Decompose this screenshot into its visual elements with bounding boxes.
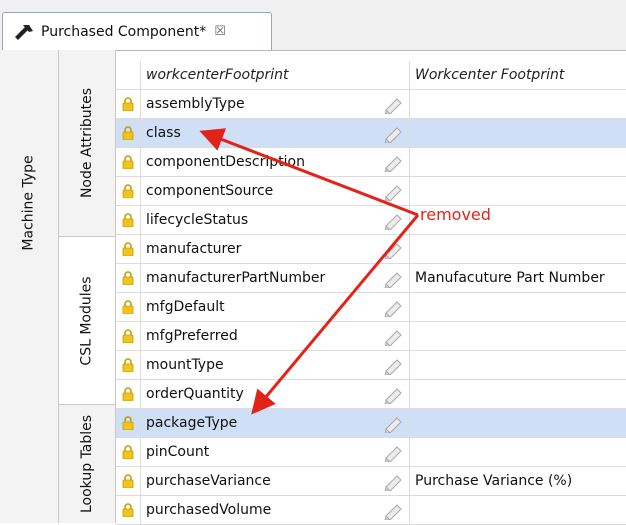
pencil-icon[interactable] xyxy=(382,326,404,347)
attribute-name: manufacturerPartNumber xyxy=(146,270,326,286)
lock-icon xyxy=(116,90,141,118)
table-row[interactable]: lifecycleStatus xyxy=(116,206,626,235)
attribute-value[interactable] xyxy=(409,380,626,408)
tab-purchased-component[interactable]: Purchased Component* ☒ xyxy=(2,12,272,50)
attribute-value[interactable] xyxy=(409,90,626,118)
attribute-name: packageType xyxy=(146,415,238,431)
lock-icon xyxy=(116,177,141,205)
table-row[interactable]: manufacturerPartNumber Manufacuture Part … xyxy=(116,264,626,293)
attribute-name: mfgPreferred xyxy=(146,328,238,344)
lock-icon xyxy=(116,206,141,234)
attribute-value[interactable] xyxy=(409,235,626,263)
pencil-icon[interactable] xyxy=(382,210,404,231)
sub-tabs-panel: Node Attributes CSL Modules Lookup Table… xyxy=(59,50,116,523)
attribute-value[interactable] xyxy=(409,293,626,321)
table-row[interactable]: componentDescription xyxy=(116,148,626,177)
table-row[interactable]: componentSource xyxy=(116,177,626,206)
lock-icon xyxy=(116,148,141,176)
attribute-name: manufacturer xyxy=(146,241,242,257)
node-attributes-label: Node Attributes xyxy=(79,87,96,199)
attribute-name: mfgDefault xyxy=(146,299,225,315)
csl-modules-label: CSL Modules xyxy=(79,275,95,366)
annotation-removed-label: removed xyxy=(420,205,491,224)
table-row[interactable]: pinCount xyxy=(116,438,626,467)
lock-icon xyxy=(116,467,141,495)
attribute-value[interactable] xyxy=(409,438,626,466)
table-row[interactable]: orderQuantity xyxy=(116,380,626,409)
table-row[interactable]: manufacturer xyxy=(116,235,626,264)
table-row[interactable]: purchasedVolume xyxy=(116,496,626,525)
attribute-value[interactable] xyxy=(409,119,626,147)
tab-title: Purchased Component* xyxy=(41,23,207,40)
pencil-icon[interactable] xyxy=(382,384,404,405)
attribute-value[interactable] xyxy=(409,148,626,176)
attribute-name: componentSource xyxy=(146,183,274,199)
table-row[interactable]: mfgPreferred xyxy=(116,322,626,351)
lock-icon xyxy=(116,438,141,466)
table-row[interactable]: packageType xyxy=(116,409,626,438)
machine-type-panel: Machine Type xyxy=(0,50,59,523)
lock-icon xyxy=(116,409,141,437)
attribute-name: assemblyType xyxy=(146,96,245,112)
pencil-icon[interactable] xyxy=(382,355,404,376)
pencil-icon[interactable] xyxy=(382,268,404,289)
attribute-value[interactable] xyxy=(409,351,626,379)
pencil-icon[interactable] xyxy=(382,471,404,492)
pencil-icon[interactable] xyxy=(382,442,404,463)
tab-machine-type[interactable]: Machine Type xyxy=(0,50,58,355)
pencil-icon[interactable] xyxy=(382,297,404,318)
attribute-value[interactable] xyxy=(409,496,626,524)
table-row[interactable]: class xyxy=(116,119,626,148)
pencil-icon[interactable] xyxy=(382,239,404,260)
lock-icon xyxy=(116,264,141,292)
table-row[interactable]: assemblyType xyxy=(116,90,626,119)
tab-csl-modules[interactable]: CSL Modules xyxy=(59,237,115,405)
lock-icon xyxy=(116,322,141,350)
lock-icon xyxy=(116,496,141,524)
lock-icon xyxy=(116,293,141,321)
lookup-tables-label: Lookup Tables xyxy=(79,414,96,514)
attribute-name: purchaseVariance xyxy=(146,473,271,489)
attribute-value[interactable]: Purchase Variance (%) xyxy=(409,467,626,495)
tab-node-attributes[interactable]: Node Attributes xyxy=(59,50,115,237)
pencil-icon[interactable] xyxy=(382,181,404,202)
table-row[interactable]: mountType xyxy=(116,351,626,380)
lock-icon xyxy=(116,380,141,408)
header-value: Workcenter Footprint xyxy=(409,61,626,89)
attribute-value[interactable] xyxy=(409,177,626,205)
lock-icon xyxy=(116,351,141,379)
grid-header-row: workcenterFootprint Workcenter Footprint xyxy=(116,61,626,90)
table-row[interactable]: mfgDefault xyxy=(116,293,626,322)
pencil-icon[interactable] xyxy=(382,123,404,144)
attribute-value[interactable] xyxy=(409,409,626,437)
attribute-name: lifecycleStatus xyxy=(146,212,249,228)
attribute-value[interactable]: Manufacuture Part Number xyxy=(409,264,626,292)
attribute-name: class xyxy=(146,125,181,141)
header-name: workcenterFootprint xyxy=(146,67,289,83)
pencil-icon[interactable] xyxy=(382,500,404,521)
attribute-name: purchasedVolume xyxy=(146,502,272,518)
pencil-icon[interactable] xyxy=(382,413,404,434)
editor-tab-bar: Purchased Component* ☒ xyxy=(0,0,626,51)
tab-lookup-tables[interactable]: Lookup Tables xyxy=(59,405,115,523)
machine-type-label: Machine Type xyxy=(21,154,37,251)
lock-icon xyxy=(116,119,141,147)
attribute-value[interactable] xyxy=(409,322,626,350)
pencil-icon[interactable] xyxy=(382,94,404,115)
pencil-icon[interactable] xyxy=(382,152,404,173)
attribute-name: componentDescription xyxy=(146,154,305,170)
lock-icon xyxy=(116,235,141,263)
table-row[interactable]: purchaseVariance Purchase Variance (%) xyxy=(116,467,626,496)
attribute-name: pinCount xyxy=(146,444,210,460)
close-icon[interactable]: ☒ xyxy=(214,24,226,39)
attribute-name: mountType xyxy=(146,357,224,373)
attribute-name: orderQuantity xyxy=(146,386,244,402)
attribute-grid: workcenterFootprint Workcenter Footprint… xyxy=(116,61,626,525)
hammer-icon xyxy=(13,23,35,41)
